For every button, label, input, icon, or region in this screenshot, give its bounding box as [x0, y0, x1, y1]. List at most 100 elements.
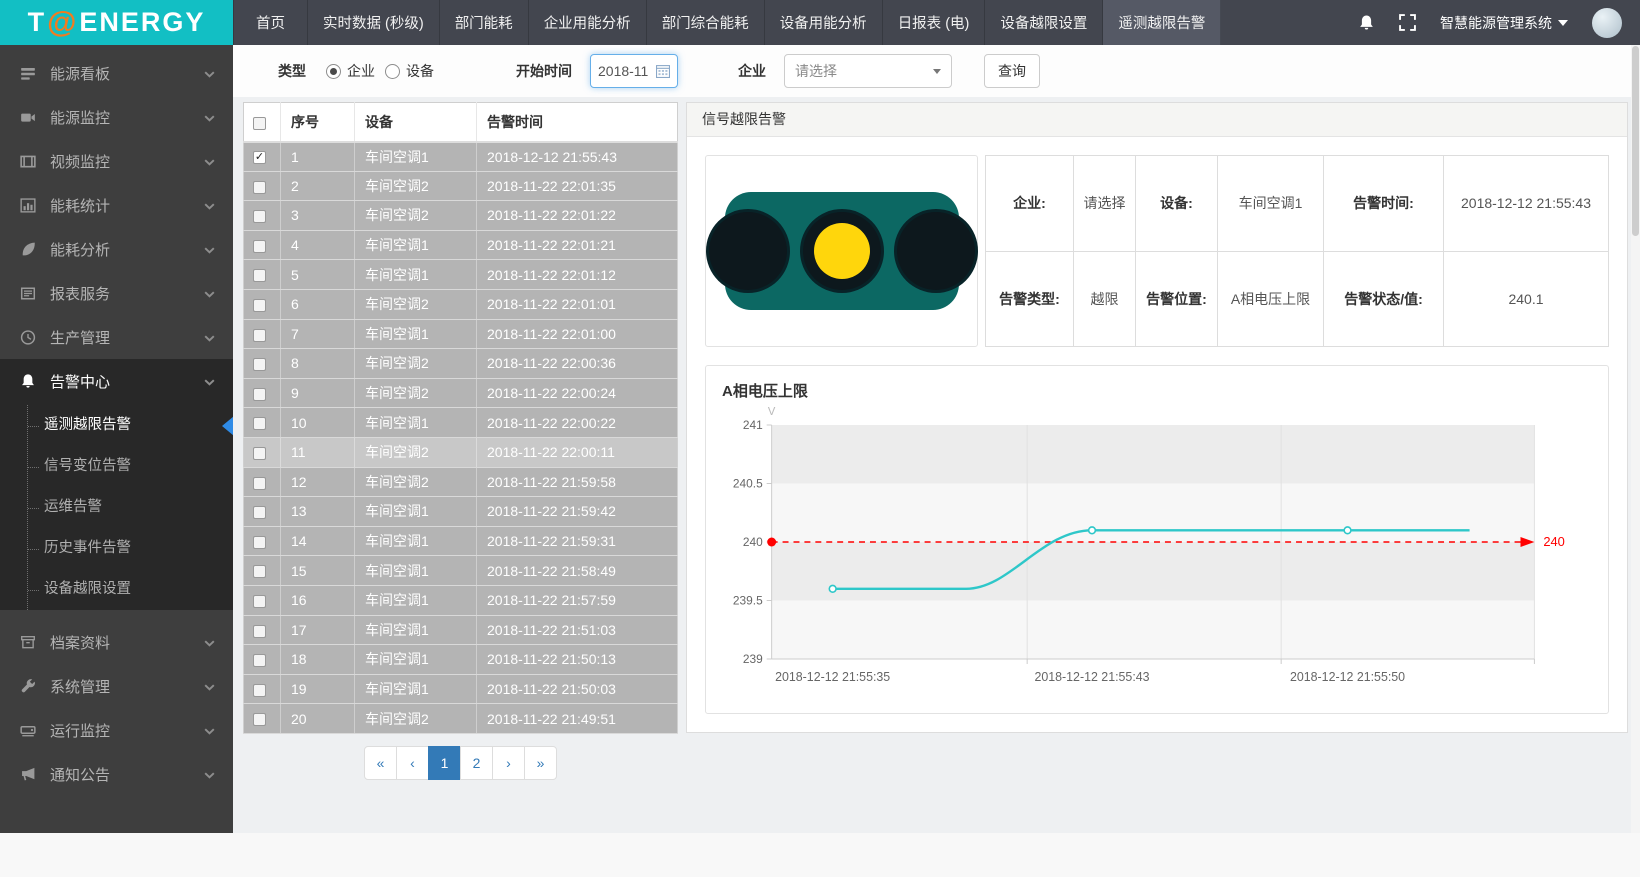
page-button[interactable]: ›	[492, 746, 525, 780]
page-button[interactable]: 2	[460, 746, 493, 780]
top-nav-item[interactable]: 遥测越限告警	[1103, 0, 1221, 45]
table-row[interactable]: 5车间空调12018-11-22 22:01:12	[244, 260, 678, 290]
sidebar-item[interactable]: 告警中心	[0, 359, 233, 403]
sidebar-item[interactable]: 生产管理	[0, 315, 233, 359]
sidebar-item[interactable]: 系统管理	[0, 664, 233, 708]
page-scrollbar[interactable]	[1631, 45, 1640, 833]
cell-no: 13	[281, 497, 355, 527]
system-menu[interactable]: 智慧能源管理系统	[1440, 13, 1568, 33]
info-value: 240.1	[1444, 251, 1609, 347]
type-radio[interactable]	[385, 64, 400, 79]
sidebar-item[interactable]: 能源监控	[0, 95, 233, 139]
row-checkbox[interactable]	[253, 654, 266, 667]
row-checkbox[interactable]	[253, 595, 266, 608]
row-checkbox[interactable]	[253, 210, 266, 223]
row-checkbox[interactable]	[253, 713, 266, 726]
svg-text:239: 239	[743, 652, 763, 666]
sidebar-item[interactable]: 通知公告	[0, 752, 233, 796]
page-button[interactable]: «	[364, 746, 397, 780]
top-nav-item[interactable]: 设备用能分析	[765, 0, 883, 45]
top-nav-item[interactable]: 企业用能分析	[529, 0, 647, 45]
table-row[interactable]: 16车间空调12018-11-22 21:57:59	[244, 585, 678, 615]
sidebar-item[interactable]: 能耗分析	[0, 227, 233, 271]
chevron-down-icon	[933, 69, 941, 74]
calendar-icon[interactable]	[656, 64, 670, 78]
top-nav-item[interactable]: 首页	[233, 0, 308, 45]
table-row[interactable]: 2车间空调22018-11-22 22:01:35	[244, 171, 678, 201]
bell-icon[interactable]	[1358, 14, 1375, 31]
row-checkbox[interactable]	[253, 329, 266, 342]
row-checkbox[interactable]	[253, 299, 266, 312]
row-checkbox[interactable]	[253, 417, 266, 430]
app-logo: T@ENERGY	[0, 0, 233, 45]
topbar-right: 智慧能源管理系统	[1358, 0, 1640, 45]
sidebar: 能源看板能源监控视频监控能耗统计能耗分析报表服务生产管理告警中心遥测越限告警信号…	[0, 45, 233, 833]
query-button[interactable]: 查询	[984, 54, 1040, 88]
page-button[interactable]: 1	[428, 746, 461, 780]
sidebar-item-label: 运行监控	[50, 720, 204, 741]
row-checkbox[interactable]	[253, 625, 266, 638]
voltage-chart-card: A相电压上限 239239.5240240.5241V2018-12-12 21…	[705, 365, 1609, 714]
top-nav-item[interactable]: 日报表 (电)	[883, 0, 986, 45]
type-radio[interactable]	[326, 64, 341, 79]
select-all-checkbox[interactable]	[253, 117, 266, 130]
top-nav-item[interactable]: 部门能耗	[440, 0, 529, 45]
avatar[interactable]	[1592, 8, 1622, 38]
row-checkbox[interactable]	[253, 240, 266, 253]
table-row[interactable]: 8车间空调22018-11-22 22:00:36	[244, 349, 678, 379]
chevron-down-icon	[204, 65, 215, 82]
sidebar-subitem[interactable]: 历史事件告警	[28, 528, 233, 569]
sidebar-item[interactable]: 报表服务	[0, 271, 233, 315]
film-icon	[20, 153, 36, 169]
table-row[interactable]: 19车间空调12018-11-22 21:50:03	[244, 674, 678, 704]
table-row[interactable]: ✓1车间空调12018-12-12 21:55:43	[244, 142, 678, 172]
table-row[interactable]: 3车间空调22018-11-22 22:01:22	[244, 201, 678, 231]
row-checkbox[interactable]	[253, 536, 266, 549]
sidebar-item[interactable]: 视频监控	[0, 139, 233, 183]
row-checkbox[interactable]	[253, 388, 266, 401]
row-checkbox[interactable]	[253, 565, 266, 578]
table-row[interactable]: 13车间空调12018-11-22 21:59:42	[244, 497, 678, 527]
top-nav-item[interactable]: 部门综合能耗	[647, 0, 765, 45]
table-row[interactable]: 15车间空调12018-11-22 21:58:49	[244, 556, 678, 586]
sidebar-item[interactable]: 能耗统计	[0, 183, 233, 227]
table-row[interactable]: 12车间空调22018-11-22 21:59:58	[244, 467, 678, 497]
sidebar-subitem[interactable]: 遥测越限告警	[28, 405, 233, 446]
sidebar-subitem[interactable]: 信号变位告警	[28, 446, 233, 487]
table-row[interactable]: 10车间空调12018-11-22 22:00:22	[244, 408, 678, 438]
top-nav-item[interactable]: 设备越限设置	[985, 0, 1103, 45]
row-checkbox[interactable]	[253, 477, 266, 490]
table-row[interactable]: 14车间空调12018-11-22 21:59:31	[244, 526, 678, 556]
page-button[interactable]: »	[524, 746, 557, 780]
table-row[interactable]: 11车间空调22018-11-22 22:00:11	[244, 437, 678, 467]
row-checkbox[interactable]	[253, 358, 266, 371]
cell-device: 车间空调2	[355, 378, 477, 408]
row-checkbox[interactable]: ✓	[253, 151, 266, 164]
row-checkbox[interactable]	[253, 506, 266, 519]
start-time-field	[590, 54, 678, 88]
sidebar-subitem[interactable]: 设备越限设置	[28, 569, 233, 610]
table-row[interactable]: 20车间空调22018-11-22 21:49:51	[244, 704, 678, 734]
table-row[interactable]: 7车间空调12018-11-22 22:01:00	[244, 319, 678, 349]
enterprise-select[interactable]: 请选择	[784, 54, 952, 88]
sidebar-item[interactable]: 档案资料	[0, 620, 233, 664]
table-row[interactable]: 4车间空调12018-11-22 22:01:21	[244, 230, 678, 260]
app-window: T@ENERGY 首页实时数据 (秒级)部门能耗企业用能分析部门综合能耗设备用能…	[0, 0, 1640, 833]
sidebar-subitem[interactable]: 运维告警	[28, 487, 233, 528]
row-checkbox[interactable]	[253, 684, 266, 697]
table-row[interactable]: 6车间空调22018-11-22 22:01:01	[244, 289, 678, 319]
row-checkbox[interactable]	[253, 181, 266, 194]
row-checkbox[interactable]	[253, 447, 266, 460]
traffic-lens-off	[894, 209, 978, 293]
fullscreen-icon[interactable]	[1399, 14, 1416, 31]
sidebar-item[interactable]: 运行监控	[0, 708, 233, 752]
row-checkbox[interactable]	[253, 269, 266, 282]
sidebar-item[interactable]: 能源看板	[0, 51, 233, 95]
page-button[interactable]: ‹	[396, 746, 429, 780]
top-nav-item[interactable]: 实时数据 (秒级)	[308, 0, 440, 45]
table-row[interactable]: 18车间空调12018-11-22 21:50:13	[244, 645, 678, 675]
start-time-input[interactable]	[598, 63, 650, 79]
table-row[interactable]: 9车间空调22018-11-22 22:00:24	[244, 378, 678, 408]
traffic-lens-off	[706, 209, 790, 293]
table-row[interactable]: 17车间空调12018-11-22 21:51:03	[244, 615, 678, 645]
